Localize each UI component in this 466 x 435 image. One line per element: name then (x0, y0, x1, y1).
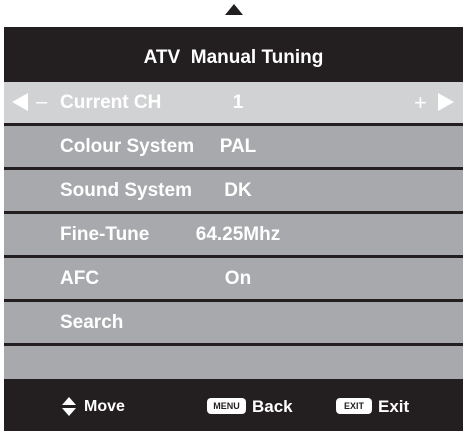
exit-hint: Exit (378, 397, 410, 416)
up-down-icon (62, 397, 76, 417)
menu-row-fine-tune[interactable]: Fine-Tune 64.25Mhz (4, 214, 463, 255)
menu-row-colour-system[interactable]: Colour System PAL (4, 126, 463, 167)
afc-label: AFC (60, 268, 100, 289)
atv-manual-tuning-menu: ATV Manual Tuning – Current CH 1 + Colou… (4, 27, 463, 431)
menu-row-current-ch[interactable]: – Current CH 1 + (4, 82, 463, 123)
menu-title: ATV Manual Tuning (143, 47, 324, 68)
right-arrow-icon[interactable] (438, 93, 454, 111)
footer-hints: Move MENU Back EXIT Exit (4, 382, 463, 431)
left-arrow-icon[interactable] (12, 93, 28, 111)
exit-key-icon[interactable]: EXIT (336, 398, 372, 414)
search-label: Search (60, 312, 124, 333)
menu-row-sound-system[interactable]: Sound System DK (4, 170, 463, 211)
back-hint: Back (252, 397, 293, 416)
menu-row-afc[interactable]: AFC On (4, 258, 463, 299)
current-ch-value: 1 (232, 92, 244, 113)
colour-system-value: PAL (219, 136, 257, 157)
sound-system-value: DK (224, 180, 252, 201)
increase-symbol: + (414, 90, 427, 115)
menu-row-empty (4, 346, 463, 379)
current-ch-label: Current CH (60, 92, 162, 113)
afc-value: On (224, 268, 252, 289)
move-hint: Move (84, 398, 125, 415)
decrease-symbol: – (36, 91, 48, 113)
menu-row-search[interactable]: Search (4, 302, 463, 343)
menu-key-icon[interactable]: MENU (207, 398, 246, 414)
fine-tune-value: 64.25Mhz (195, 224, 281, 245)
scroll-up-icon[interactable] (225, 4, 243, 15)
fine-tune-label: Fine-Tune (60, 224, 150, 245)
